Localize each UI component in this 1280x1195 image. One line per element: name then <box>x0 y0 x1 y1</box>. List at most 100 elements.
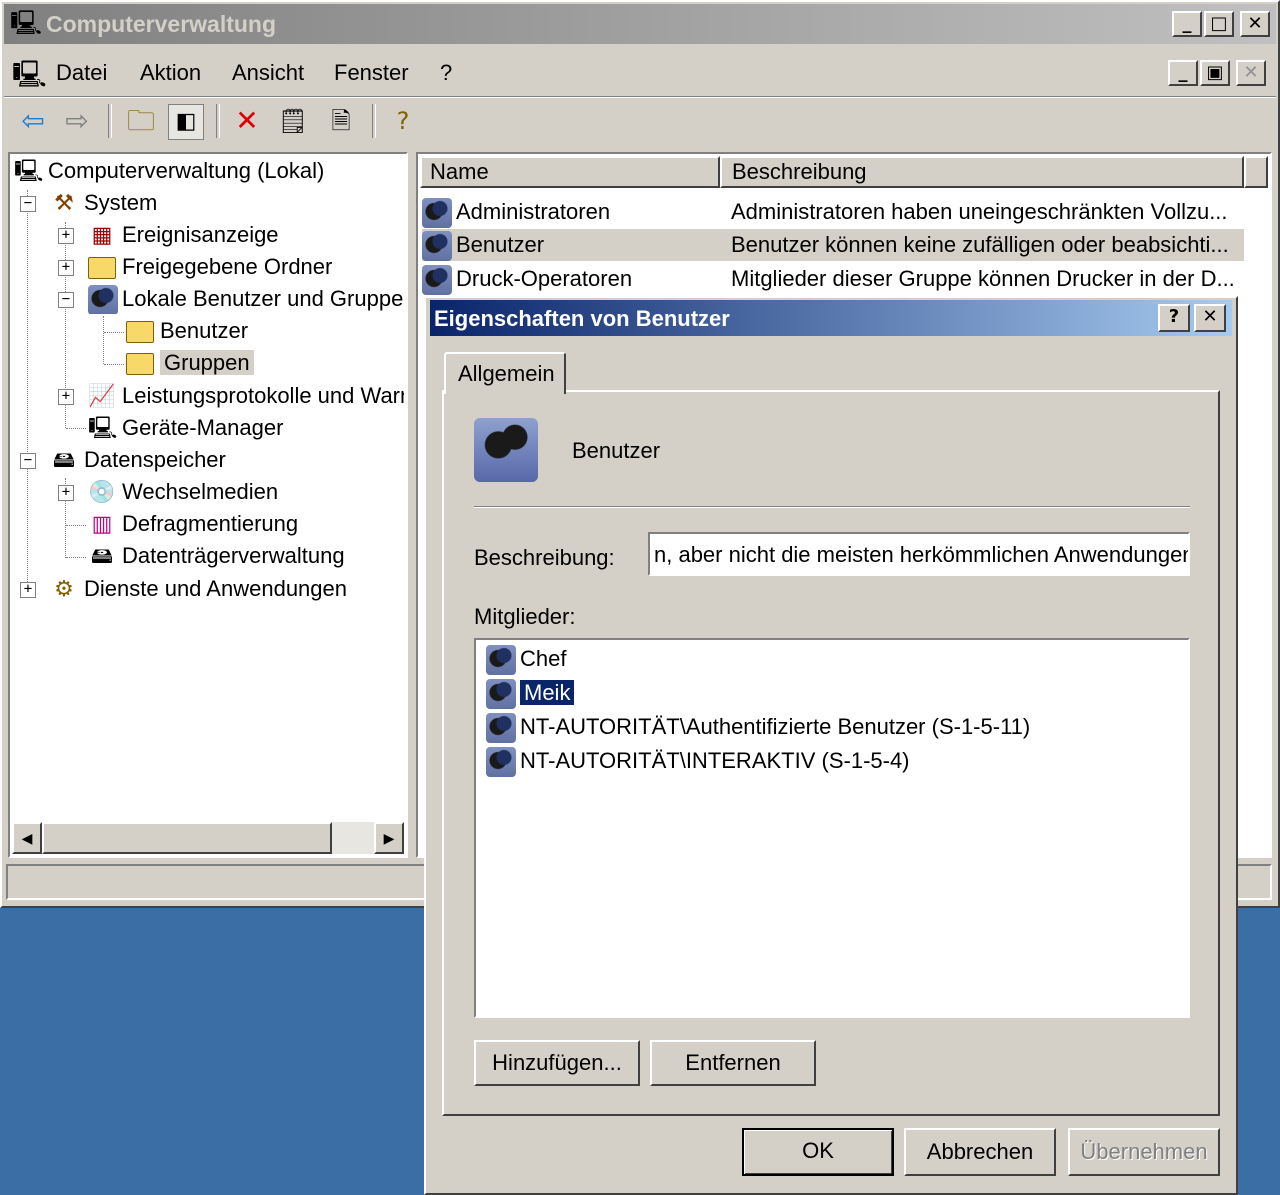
dialog-title: Eigenschaften von Benutzer <box>434 306 730 331</box>
main-title-bar[interactable]: 🖳 Computerverwaltung _ □ ✕ <box>4 4 1276 44</box>
properties-icon[interactable]: 🗒 <box>276 104 310 138</box>
list-row-benutzer[interactable]: Benutzer Benutzer können keine zufällige… <box>422 229 1244 262</box>
minimize-button[interactable]: _ <box>1172 11 1202 37</box>
description-field[interactable]: n, aber nicht die meisten herkömmlichen … <box>648 532 1190 576</box>
tree-item-system[interactable]: ⚒ System <box>50 188 157 218</box>
menu-fenster[interactable]: Fenster <box>334 60 409 86</box>
show-hide-tree-icon[interactable]: ◧ <box>168 104 204 140</box>
column-header-name[interactable]: Name <box>420 156 720 188</box>
defragmenter-icon: ▥ <box>91 512 113 538</box>
menu-aktion[interactable]: Aktion <box>140 60 201 86</box>
tree-expander-dienste[interactable]: + <box>20 582 36 598</box>
cancel-button[interactable]: Abbrechen <box>904 1128 1056 1176</box>
event-viewer-icon: ▦ <box>91 223 113 249</box>
tree-item-defrag[interactable]: ▥ Defragmentierung <box>88 509 299 539</box>
tab-allgemein[interactable]: Allgemein <box>444 352 566 394</box>
toolbar-separator <box>108 104 112 138</box>
toolbar-separator <box>372 104 376 138</box>
main-window-title: Computerverwaltung <box>46 11 277 37</box>
tree-scrollbar[interactable]: ◀ ▶ <box>12 822 404 854</box>
disk-management-icon: 🖴 <box>90 544 114 570</box>
device-manager-icon: 🖳 <box>88 416 118 442</box>
tree-line <box>66 525 86 526</box>
tree-line <box>104 332 124 333</box>
dialog-close-button[interactable]: ✕ <box>1194 304 1226 332</box>
members-label: Mitglieder: <box>474 604 576 629</box>
child-minimize-button[interactable]: _ <box>1168 60 1198 86</box>
tree-item-wechselmedien[interactable]: 💿 Wechselmedien <box>88 477 278 507</box>
child-restore-button[interactable]: ▣ <box>1200 60 1230 86</box>
tree-item-lokale[interactable]: Lokale Benutzer und Gruppen <box>88 284 404 314</box>
maximize-button[interactable]: □ <box>1204 11 1234 37</box>
menu-help[interactable]: ? <box>440 60 452 86</box>
menu-ansicht[interactable]: Ansicht <box>232 60 304 86</box>
tree-expander-wechselmedien[interactable]: + <box>58 485 74 501</box>
tree-item-ereignisanzeige[interactable]: ▦ Ereignisanzeige <box>88 220 279 250</box>
removable-storage-icon: 💿 <box>88 480 116 506</box>
list-row-administratoren[interactable]: Administratoren Administratoren haben un… <box>422 196 1242 229</box>
services-icon: ⚙ <box>54 577 74 603</box>
member-item[interactable]: NT-AUTORITÄT\Authentifizierte Benutzer (… <box>486 711 1030 744</box>
apply-button[interactable]: Übernehmen <box>1068 1128 1220 1176</box>
group-icon <box>422 265 452 296</box>
menu-datei[interactable]: Datei <box>56 60 107 86</box>
member-item[interactable]: NT-AUTORITÄT\INTERAKTIV (S-1-5-4) <box>486 745 910 778</box>
description-label: Beschreibung: <box>474 545 615 570</box>
forward-arrow-icon[interactable]: ⇨ <box>60 104 94 138</box>
computer-icon: 🖳 <box>14 159 44 185</box>
dialog-help-button[interactable]: ? <box>1158 304 1190 332</box>
users-group-icon <box>88 285 118 314</box>
delete-icon[interactable]: ✕ <box>230 104 264 138</box>
child-close-button[interactable]: ✕ <box>1236 60 1266 86</box>
tree-expander-leistung[interactable]: + <box>58 389 74 405</box>
members-list[interactable] <box>474 638 1190 1018</box>
tree-line <box>104 364 124 365</box>
group-name-label: Benutzer <box>572 438 661 463</box>
tree-expander-freigegebene[interactable]: + <box>58 260 74 276</box>
back-arrow-icon[interactable]: ⇦ <box>16 104 50 138</box>
tree-item-geraete[interactable]: 🖳 Geräte-Manager <box>88 413 283 443</box>
remove-button[interactable]: Entfernen <box>650 1040 816 1086</box>
tree-line <box>66 428 86 429</box>
tree-expander-lokale[interactable]: − <box>58 292 74 308</box>
column-header-description[interactable]: Beschreibung <box>720 156 1244 188</box>
tree-item-gruppen[interactable]: Gruppen <box>126 348 254 378</box>
tree-line <box>27 190 28 590</box>
help-icon[interactable]: ? <box>386 104 420 138</box>
system-tools-icon: ⚒ <box>54 191 74 217</box>
tree-item-root[interactable]: 🖳 Computerverwaltung (Lokal) <box>14 156 324 186</box>
mmc-icon: 🖳 <box>12 60 47 90</box>
user-icon <box>486 747 516 778</box>
scroll-thumb[interactable] <box>42 822 332 854</box>
scroll-right-button[interactable]: ▶ <box>374 822 404 854</box>
tree-item-datenspeicher[interactable]: 🖴 Datenspeicher <box>50 445 226 475</box>
scroll-left-button[interactable]: ◀ <box>12 822 42 854</box>
tree-item-datentraeger[interactable]: 🖴 Datenträgerverwaltung <box>88 541 345 571</box>
tree-expander-ereignisanzeige[interactable]: + <box>58 228 74 244</box>
add-button[interactable]: Hinzufügen... <box>474 1040 640 1086</box>
tree-expander-system[interactable]: − <box>20 196 36 212</box>
tree-line <box>66 557 86 558</box>
tree-item-benutzer[interactable]: Benutzer <box>126 316 248 346</box>
ok-button[interactable]: OK <box>742 1128 894 1176</box>
list-row-druck-operatoren[interactable]: Druck-Operatoren Mitglieder dieser Grupp… <box>422 263 1242 296</box>
storage-icon: 🖴 <box>52 448 76 474</box>
dialog-title-bar[interactable]: Eigenschaften von Benutzer ? ✕ <box>430 300 1232 336</box>
user-icon <box>486 679 516 710</box>
performance-logs-icon: 📈 <box>88 384 116 410</box>
member-item-selected[interactable]: Meik <box>486 677 576 710</box>
tree-item-leistung[interactable]: 📈Leistungsprotokolle und Warnungen <box>88 381 404 411</box>
group-icon <box>422 231 452 262</box>
tree-expander-datenspeicher[interactable]: − <box>20 453 36 469</box>
column-header-empty <box>1244 156 1268 188</box>
member-item[interactable]: Chef <box>486 643 566 676</box>
tree-line <box>103 316 104 364</box>
folder-icon <box>126 321 154 344</box>
tree-item-freigegebene[interactable]: Freigegebene Ordner <box>88 252 332 282</box>
close-button[interactable]: ✕ <box>1240 11 1270 37</box>
user-icon <box>486 713 516 744</box>
export-list-icon[interactable]: 🗎 <box>324 104 358 138</box>
tree-item-dienste[interactable]: ⚙ Dienste und Anwendungen <box>50 574 347 604</box>
up-folder-icon[interactable]: 🗀 <box>124 104 158 138</box>
group-large-icon <box>474 418 538 482</box>
